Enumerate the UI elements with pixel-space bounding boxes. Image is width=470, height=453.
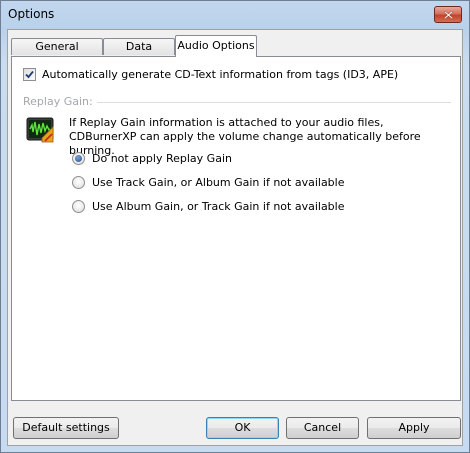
close-button[interactable] bbox=[434, 6, 462, 23]
group-divider bbox=[97, 102, 451, 103]
replay-gain-group-label: Replay Gain: bbox=[23, 95, 93, 108]
replay-gain-waveform-icon bbox=[26, 117, 54, 143]
radio-do-not-apply[interactable] bbox=[72, 152, 85, 165]
cancel-button[interactable]: Cancel bbox=[286, 417, 359, 439]
cdtext-checkbox-label[interactable]: Automatically generate CD-Text informati… bbox=[42, 68, 398, 81]
tab-audio-options[interactable]: Audio Options bbox=[175, 35, 257, 57]
options-dialog: Options General Settings Data Options Au… bbox=[0, 0, 470, 453]
radio-label-album-gain[interactable]: Use Album Gain, or Track Gain if not ava… bbox=[92, 200, 344, 213]
apply-button[interactable]: Apply bbox=[367, 417, 461, 439]
radio-selected-dot bbox=[75, 155, 82, 162]
radio-album-gain[interactable] bbox=[72, 200, 85, 213]
audio-options-panel: Automatically generate CD-Text informati… bbox=[11, 56, 461, 401]
radio-label-track-gain[interactable]: Use Track Gain, or Album Gain if not ava… bbox=[92, 176, 344, 189]
radio-track-gain[interactable] bbox=[72, 176, 85, 189]
title-bar[interactable]: Options bbox=[1, 1, 469, 29]
close-icon bbox=[444, 11, 453, 19]
default-settings-button[interactable]: Default settings bbox=[13, 417, 119, 439]
checkmark-icon bbox=[25, 70, 34, 79]
tab-general-settings[interactable]: General Settings bbox=[11, 38, 103, 69]
ok-button[interactable]: OK bbox=[206, 417, 279, 439]
radio-label-do-not-apply[interactable]: Do not apply Replay Gain bbox=[92, 152, 232, 165]
dialog-client-area: General Settings Data Options Audio Opti… bbox=[7, 29, 463, 446]
tab-data-options[interactable]: Data Options bbox=[103, 38, 175, 69]
window-title: Options bbox=[8, 7, 55, 21]
cdtext-checkbox[interactable] bbox=[23, 68, 36, 81]
